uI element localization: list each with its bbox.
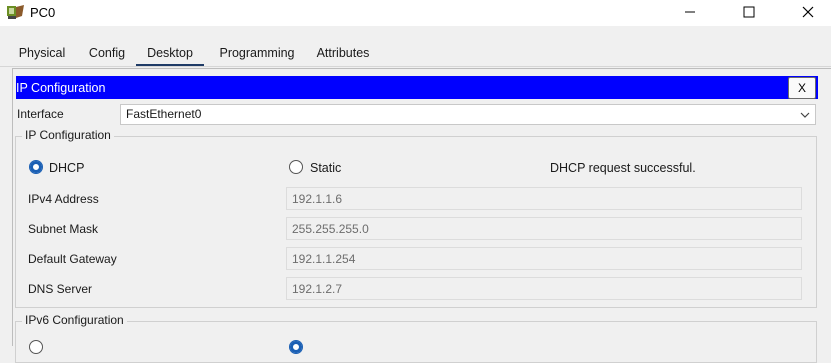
tab-physical[interactable]: Physical	[10, 40, 74, 66]
tab-programming[interactable]: Programming	[212, 40, 302, 66]
interface-value: FastEthernet0	[126, 107, 202, 121]
window-title: PC0	[30, 5, 56, 20]
default-gateway-label: Default Gateway	[28, 252, 117, 266]
static-radio[interactable]	[289, 160, 303, 174]
dhcp-status: DHCP request successful.	[550, 161, 696, 175]
minimize-button[interactable]	[667, 0, 713, 26]
pc-app-icon	[6, 4, 26, 22]
tab-desktop[interactable]: Desktop	[136, 40, 204, 66]
close-button[interactable]	[785, 0, 831, 26]
tab-config[interactable]: Config	[82, 40, 132, 66]
dns-server-field[interactable]: 192.1.2.7	[286, 277, 802, 300]
maximize-icon	[743, 6, 755, 21]
ipv4-address-label: IPv4 Address	[28, 192, 99, 206]
tab-divider	[0, 66, 831, 67]
title-bar: PC0	[0, 0, 831, 26]
minimize-icon	[684, 6, 696, 21]
static-label: Static	[310, 161, 342, 175]
dns-server-value: 192.1.2.7	[292, 282, 343, 296]
ipv6-static-radio[interactable]	[289, 340, 303, 354]
maximize-button[interactable]	[726, 0, 772, 26]
interface-select[interactable]: FastEthernet0	[120, 104, 816, 125]
dhcp-radio[interactable]	[29, 160, 43, 174]
close-icon	[802, 6, 814, 21]
default-gateway-value: 192.1.1.254	[292, 252, 356, 266]
interface-label: Interface	[17, 107, 64, 121]
subnet-mask-label: Subnet Mask	[28, 222, 99, 236]
ip-configuration-title: IP Configuration	[16, 81, 106, 95]
ipv6-auto-radio[interactable]	[29, 340, 43, 354]
dns-server-label: DNS Server	[28, 282, 93, 296]
subnet-mask-field[interactable]: 255.255.255.0	[286, 217, 802, 240]
default-gateway-field[interactable]: 192.1.1.254	[286, 247, 802, 270]
ipv4-address-value: 192.1.1.6	[292, 192, 343, 206]
ipv6-group-title: IPv6 Configuration	[22, 313, 127, 327]
subnet-mask-value: 255.255.255.0	[292, 222, 369, 236]
tab-attributes[interactable]: Attributes	[308, 40, 378, 66]
ipv4-address-field[interactable]: 192.1.1.6	[286, 187, 802, 210]
ipv6-configuration-group: IPv6 Configuration	[15, 313, 817, 363]
ipv4-group-title: IP Configuration	[22, 128, 114, 142]
chevron-down-icon	[799, 109, 811, 119]
ip-configuration-header: IP Configuration	[16, 76, 818, 99]
dhcp-label: DHCP	[49, 161, 85, 175]
close-ip-configuration-button[interactable]: X	[788, 77, 816, 99]
